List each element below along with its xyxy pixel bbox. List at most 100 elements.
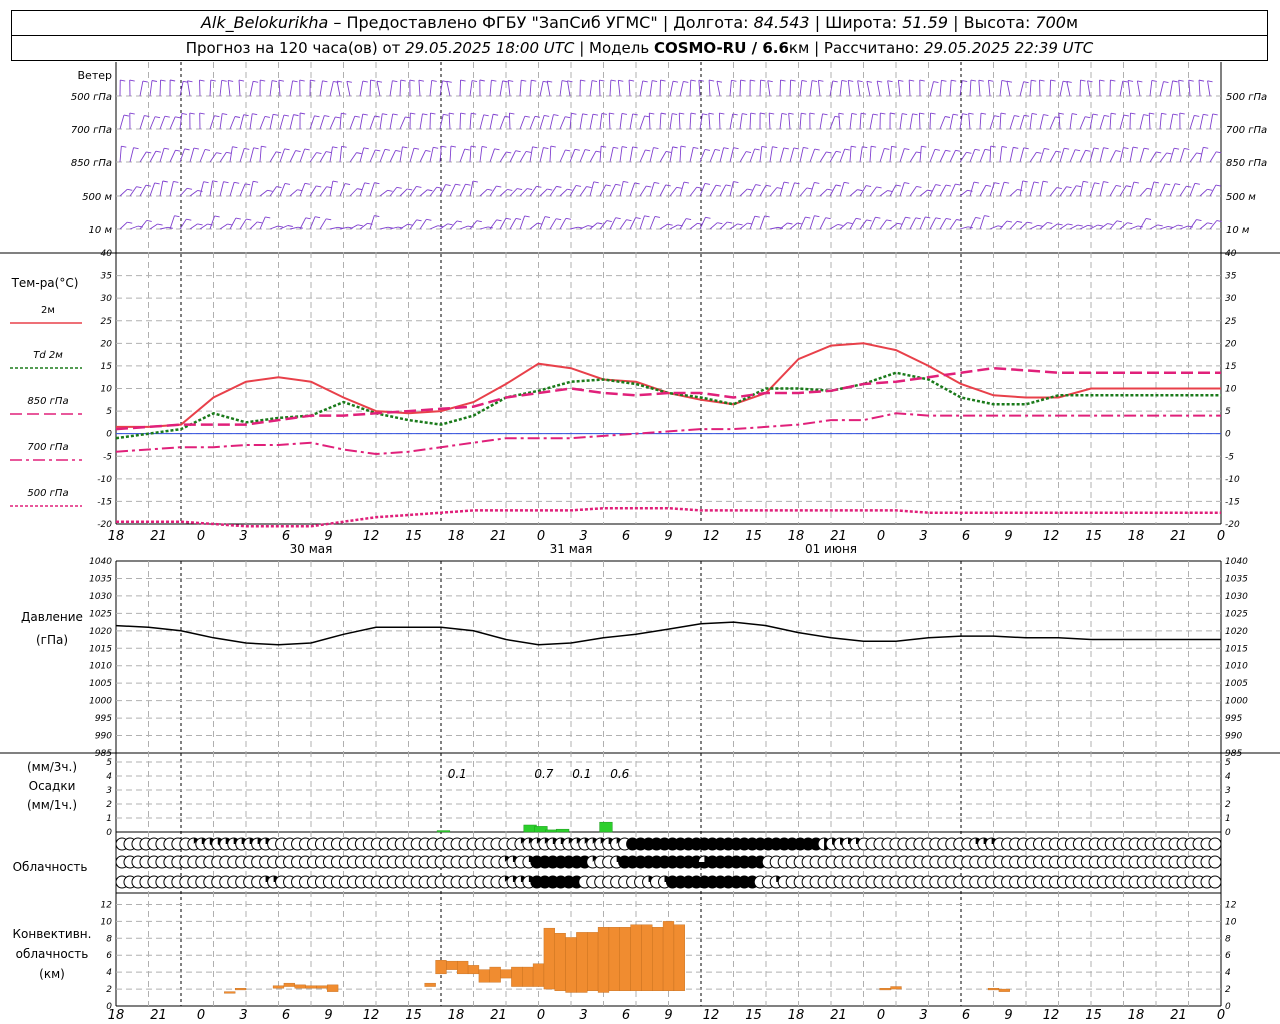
wind-barb [219,80,223,97]
wind-barb-tick [595,150,601,153]
wind-barb-tick [1188,79,1194,82]
wind-barb-tick [496,185,502,188]
wind-barb [336,81,341,97]
wind-barb-tick [750,79,756,82]
wind-barb-tick [332,146,338,149]
wind-barb-tick [1094,182,1100,185]
wind-barb [219,181,224,197]
wind-barb [1049,80,1052,97]
wind-barb-tick [356,152,362,155]
wind-barb-tick [857,189,863,192]
wind-barb [679,146,682,163]
wind-barb-tick [357,224,363,227]
wind-barb-tick [652,80,658,83]
wind-barb-tick [129,79,135,82]
wind-barb [1099,115,1105,130]
wind-barb [139,220,148,230]
convective-bar [576,932,588,993]
wind-barb-tick [441,145,447,148]
wind-barb-tick [374,182,380,185]
wind-barb [759,80,762,97]
wind-barb-tick [476,220,482,223]
wind-barb-tick [848,79,854,82]
wind-barb-tick [536,185,542,188]
wind-barb-tick [204,149,211,151]
wind-barb [479,114,485,130]
x-tick-label-bottom: 9 [324,1008,332,1023]
wind-barb [1087,80,1091,97]
wind-barb-tick [483,114,489,117]
wind-barb [639,215,645,230]
wind-barb-tick [886,219,892,222]
wind-barb-tick [1056,187,1062,189]
temp-ytick-right: 20 [1225,339,1237,349]
wind-barb [789,182,795,197]
wind-barb [729,181,734,197]
wind-barb [229,146,233,163]
wind-barb-tick [769,112,775,115]
wind-barb [269,80,273,97]
temp-ytick-right: 35 [1225,272,1237,282]
wind-barb [857,80,861,97]
wind-barb-tick [326,186,332,189]
wind-barb [1069,224,1078,230]
wind-barb [879,148,885,163]
wind-barb [1159,113,1162,130]
wind-barb [419,150,426,163]
wind-barb [399,146,403,163]
pres-ytick-left: 1040 [89,557,112,567]
wind-barb-tick [146,151,152,154]
wind-barb-tick [925,216,931,219]
x-tick-label: 6 [962,529,970,544]
wind-barb [768,113,771,130]
wind-barb-tick [826,151,832,154]
wind-barb [269,151,277,163]
x-tick-label-bottom: 15 [1085,1008,1102,1023]
wind-barb-tick [427,189,433,192]
wind-barb-tick [1172,113,1178,116]
conv-ytick-right: 8 [1225,934,1231,944]
wind-barb-tick [494,148,500,151]
wind-barb [139,185,147,197]
pres-axis-title: Давление [21,610,83,624]
wind-barb-tick [905,216,911,219]
wind-barb [589,114,594,130]
wind-barb-tick [450,145,457,148]
wind-barb [589,80,593,97]
wind-barb [219,223,228,230]
wind-barb [449,184,456,197]
wind-barb-tick [121,145,127,148]
wind-barb-tick [654,215,661,218]
precip-bar [599,821,613,833]
wind-barb-tick [556,185,562,188]
wind-barb-tick [646,185,652,188]
wind-barb-tick [955,149,961,152]
wind-barb [819,188,828,197]
wind-barb [369,149,376,163]
date-label: 01 июня [805,542,857,556]
x-tick-label: 15 [745,529,762,544]
wind-barb-tick [447,223,453,226]
wind-barb [389,113,394,130]
wind-barb-tick [550,145,556,148]
wind-barb-tick [422,113,428,116]
wind-barb-tick [226,151,232,154]
wind-barb-tick [765,184,772,187]
wind-barb-tick [772,146,778,149]
wind-barb-tick [747,188,753,191]
wind-barb-tick [1115,184,1122,187]
wind-title: Ветер [78,69,112,82]
wind-barb-tick [287,225,293,227]
convective-bar [554,933,566,991]
wind-barb-tick [635,217,641,220]
wind-barb [639,185,647,197]
wind-barb-tick [304,148,310,151]
wind-barb-tick [314,115,320,118]
wind-barb-tick [1036,151,1042,154]
wind-barb-tick [760,112,766,115]
wind-barb [1199,147,1204,163]
wind-barb [1009,221,1018,230]
conv-ytick-left: 2 [106,985,112,995]
wind-barb [199,181,205,197]
wind-barb-tick [326,218,332,221]
